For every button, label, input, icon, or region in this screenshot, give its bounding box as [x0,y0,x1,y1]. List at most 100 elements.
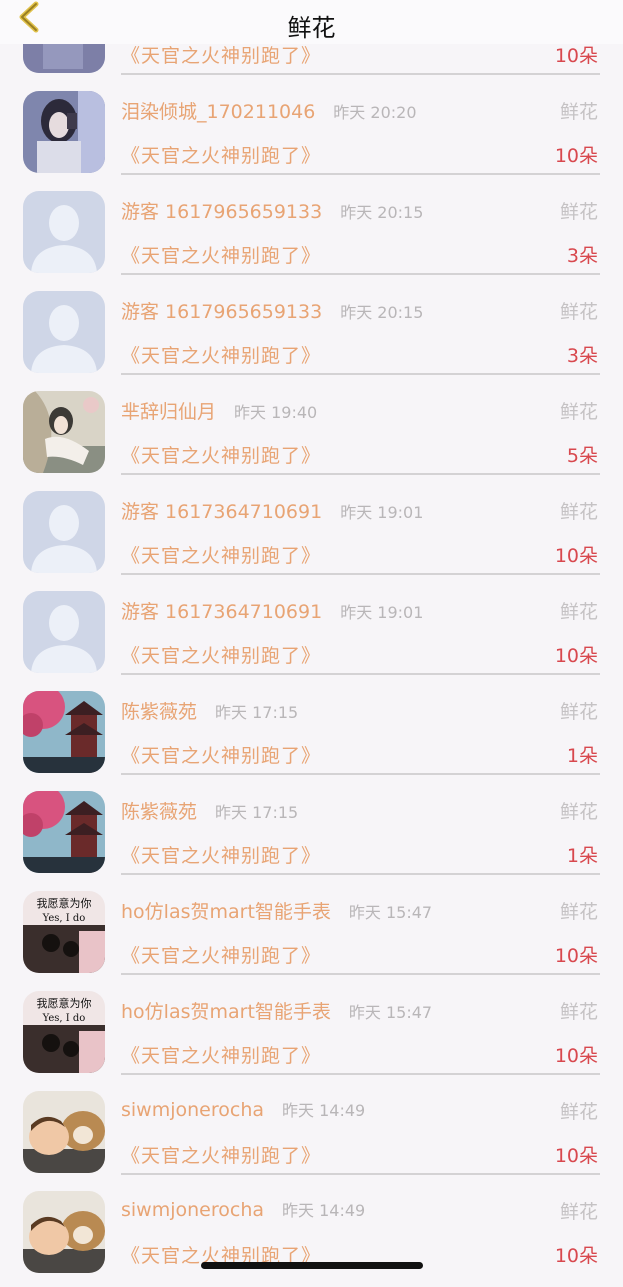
gift-type-label: 鲜花 [559,1201,598,1223]
user-name[interactable]: siwmjonerocha [121,1199,264,1221]
list-item[interactable]: 我愿意为你 Yes, I do ho仿las贺mart智能手表 昨天 15:47 … [0,987,623,1087]
flower-quantity: 5朵 [566,445,598,467]
home-indicator[interactable] [201,1262,423,1269]
divider [121,273,600,275]
flower-quantity: 10朵 [554,545,598,567]
list-item[interactable]: 游客 1617364710691 昨天 19:01 鲜花 《天官之火神别跑了》 … [0,487,623,587]
default-user-icon [23,191,105,273]
user-name[interactable]: 芈辞归仙月 [121,397,216,424]
flower-quantity: 10朵 [554,1145,598,1167]
default-user-icon [23,491,105,573]
yes-i-do-icon: 我愿意为你 Yes, I do [23,991,105,1073]
user-name[interactable]: 游客 1617364710691 [121,497,322,524]
timestamp: 昨天 20:15 [340,303,424,322]
pagoda-painting-icon [23,691,105,773]
timestamp: 昨天 19:01 [340,603,424,622]
divider [121,373,600,375]
girl-photo-icon [23,91,105,173]
gift-type-label: 鲜花 [559,901,598,923]
user-name[interactable]: siwmjonerocha [121,1099,264,1121]
list-item[interactable]: 游客 1617965659133 昨天 20:15 鲜花 《天官之火神别跑了》 … [0,287,623,387]
book-title[interactable]: 《天官之火神别跑了》 [121,841,321,868]
avatar-text: Yes, I do [42,913,86,924]
timestamp: 昨天 17:15 [215,703,299,722]
gift-type-label: 鲜花 [559,701,598,723]
divider [121,773,600,775]
timestamp: 昨天 17:15 [215,803,299,822]
page-title: 鲜花 [287,14,336,42]
divider [121,473,600,475]
avatar-text: 我愿意为你 [37,996,92,1010]
gift-type-label: 鲜花 [559,801,598,823]
flower-quantity: 10朵 [554,645,598,667]
avatar-text: 我愿意为你 [37,896,92,910]
divider [121,1073,600,1075]
flower-quantity: 10朵 [554,1245,598,1267]
timestamp: 昨天 15:47 [348,1003,433,1022]
divider [121,673,600,675]
list-item[interactable]: siwmjonerocha 昨天 14:49 鲜花 《天官之火神别跑了》 10朵 [0,1187,623,1287]
timestamp: 昨天 20:15 [340,203,424,222]
flower-quantity: 1朵 [566,845,598,867]
book-title[interactable]: 《天官之火神别跑了》 [121,241,321,268]
flower-quantity: 10朵 [554,45,598,67]
user-name[interactable]: ho仿las贺mart智能手表 [121,997,331,1024]
divider [121,573,600,575]
book-title[interactable]: 《天官之火神别跑了》 [121,341,321,368]
timestamp: 昨天 19:01 [340,503,424,522]
user-name[interactable]: 陈紫薇苑 [121,797,197,824]
list-item[interactable]: siwmjonerocha 昨天 14:49 鲜花 《天官之火神别跑了》 10朵 [0,1087,623,1187]
list-item[interactable]: 陈紫薇苑 昨天 17:15 鲜花 《天官之火神别跑了》 1朵 [0,787,623,887]
book-title[interactable]: 《天官之火神别跑了》 [121,41,321,68]
flower-quantity: 3朵 [566,245,598,267]
divider [121,173,600,175]
book-title[interactable]: 《天官之火神别跑了》 [121,741,321,768]
list-item[interactable]: 泪染倾城_170211046 昨天 20:20 鲜花 《天官之火神别跑了》 10… [0,87,623,187]
timestamp: 昨天 14:49 [282,1101,366,1120]
flower-quantity: 10朵 [554,1045,598,1067]
user-name[interactable]: 游客 1617364710691 [121,597,322,624]
divider [121,973,600,975]
list-item[interactable]: 陈紫薇苑 昨天 17:15 鲜花 《天官之火神别跑了》 1朵 [0,687,623,787]
book-title[interactable]: 《天官之火神别跑了》 [121,941,321,968]
flower-quantity: 10朵 [554,945,598,967]
flower-quantity: 10朵 [554,145,598,167]
book-title[interactable]: 《天官之火神别跑了》 [121,641,321,668]
timestamp: 昨天 15:47 [348,903,433,922]
list-item[interactable]: 游客 1617965659133 昨天 20:15 鲜花 《天官之火神别跑了》 … [0,187,623,287]
user-name[interactable]: 游客 1617965659133 [121,297,322,324]
gift-type-label: 鲜花 [559,601,598,623]
list-item[interactable]: 芈辞归仙月 昨天 19:40 鲜花 《天官之火神别跑了》 5朵 [0,387,623,487]
pagoda-painting-icon [23,791,105,873]
gift-type-label: 鲜花 [559,401,598,423]
timestamp: 昨天 19:40 [234,403,318,422]
flower-quantity: 3朵 [566,345,598,367]
book-title[interactable]: 《天官之火神别跑了》 [121,441,321,468]
list-item[interactable]: 我愿意为你 Yes, I do ho仿las贺mart智能手表 昨天 15:47 … [0,887,623,987]
navigation-bar: 鲜花 [0,0,623,44]
user-name[interactable]: 泪染倾城_170211046 [121,97,315,124]
anime-figure-icon [23,391,105,473]
divider [121,1173,600,1175]
baby-dog-icon [23,1091,105,1173]
timestamp: 昨天 14:49 [282,1201,366,1220]
book-title[interactable]: 《天官之火神别跑了》 [121,141,321,168]
yes-i-do-icon: 我愿意为你 Yes, I do [23,891,105,973]
default-user-icon [23,591,105,673]
book-title[interactable]: 《天官之火神别跑了》 [121,1141,321,1168]
book-title[interactable]: 《天官之火神别跑了》 [121,1041,321,1068]
gift-type-label: 鲜花 [559,1001,598,1023]
gift-type-label: 鲜花 [559,201,598,223]
book-title[interactable]: 《天官之火神别跑了》 [121,541,321,568]
divider [121,73,600,75]
user-name[interactable]: 陈紫薇苑 [121,697,197,724]
gift-type-label: 鲜花 [559,501,598,523]
user-name[interactable]: ho仿las贺mart智能手表 [121,897,331,924]
list-item[interactable]: 游客 1617364710691 昨天 19:01 鲜花 《天官之火神别跑了》 … [0,587,623,687]
user-name[interactable]: 游客 1617965659133 [121,197,322,224]
flower-quantity: 1朵 [566,745,598,767]
gift-type-label: 鲜花 [559,101,598,123]
avatar-text: Yes, I do [42,1013,86,1024]
divider [121,873,600,875]
baby-dog-icon [23,1191,105,1273]
